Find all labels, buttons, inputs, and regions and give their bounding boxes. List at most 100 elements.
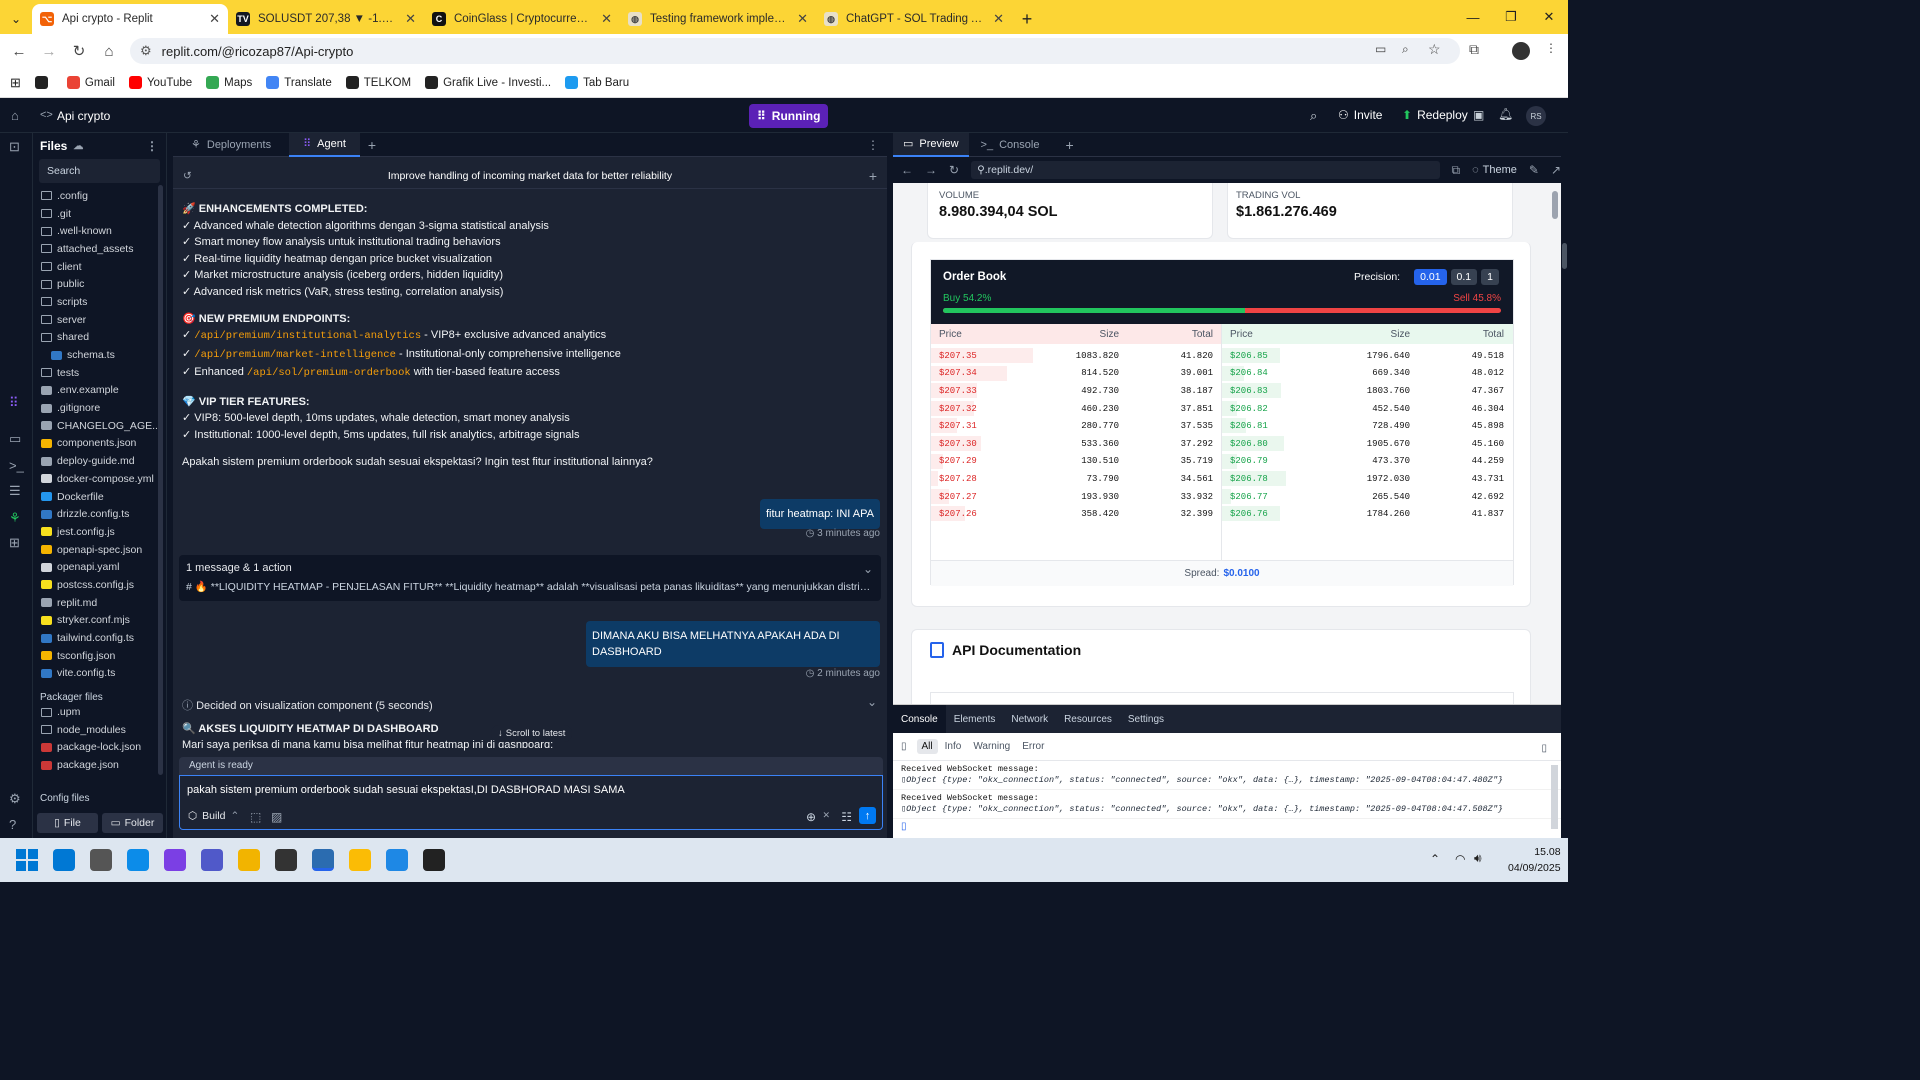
outer-scrollbar-thumb[interactable] [1562, 243, 1567, 269]
orderbook-row[interactable]: $207.30 533.360 37.292 [931, 435, 1221, 453]
back-icon[interactable]: ← [4, 43, 34, 60]
file-item[interactable]: package.json [33, 756, 166, 774]
deployment-status-icon[interactable]: ▣ [1473, 108, 1484, 122]
log-filter-0[interactable]: All [916, 739, 938, 754]
agent-menu-icon[interactable]: ⋮ [867, 138, 879, 152]
orderbook-row[interactable]: $207.32 460.230 37.851 [931, 400, 1221, 418]
extensions-icon[interactable]: ⧉ [1469, 41, 1479, 58]
open-devtools-icon[interactable]: ⧉ [1452, 163, 1461, 178]
tab-deployments[interactable]: ⚘ Deployments [177, 133, 285, 157]
taskbar-app-8[interactable] [348, 849, 371, 871]
orderbook-row[interactable]: $206.84 669.340 48.012 [1222, 365, 1513, 383]
agent-input-box[interactable]: pakah sistem premium orderbook sudah ses… [179, 775, 883, 830]
agent-input[interactable]: pakah sistem premium orderbook sudah ses… [187, 784, 625, 796]
file-item[interactable]: node_modules [33, 721, 166, 739]
build-mode-button[interactable]: ⬡ Build ⌃ [188, 810, 239, 822]
wifi-icon[interactable]: ◠ [1455, 852, 1465, 866]
tab-preview[interactable]: ▭ Preview [893, 132, 969, 157]
run-button[interactable]: ⠿ Running [749, 104, 829, 128]
search-icon[interactable]: ⌕ [1310, 108, 1317, 124]
devtools-tab-4[interactable]: Settings [1120, 705, 1172, 733]
log-filter-3[interactable]: Error [1017, 739, 1049, 754]
help-icon-alt[interactable]: ⚙ [9, 791, 21, 807]
file-item[interactable]: jest.config.js [33, 523, 166, 541]
file-item[interactable]: tailwind.config.ts [33, 629, 166, 647]
decision-row[interactable]: ⓘ Decided on visualization component (5 … [182, 697, 433, 713]
orderbook-row[interactable]: $206.79 473.370 44.259 [1222, 453, 1513, 471]
browser-tab-2[interactable]: C CoinGlass | Cryptocurrency Der ✕ [424, 4, 620, 34]
bookmark-4[interactable]: Translate [266, 76, 332, 89]
history-icon[interactable]: ↺ [183, 170, 192, 182]
tab-close-icon[interactable]: ✕ [993, 11, 1004, 27]
orderbook-row[interactable]: $207.27 193.930 33.932 [931, 488, 1221, 506]
orderbook-row[interactable]: $207.28 73.790 34.561 [931, 470, 1221, 488]
new-tab-icon[interactable]: + [1012, 4, 1042, 34]
file-item[interactable]: .gitignore [33, 399, 166, 417]
file-item[interactable]: postcss.config.js [33, 576, 166, 594]
file-item[interactable]: attached_assets [33, 240, 166, 258]
orderbook-row[interactable]: $207.35 1083.820 41.820 [931, 347, 1221, 365]
bookmark-7[interactable]: Tab Baru [565, 76, 629, 89]
taskbar-app-3[interactable] [163, 849, 186, 871]
taskbar-app-5[interactable] [237, 849, 260, 871]
add-tab-icon[interactable]: + [1065, 137, 1073, 153]
taskbar-app-10[interactable] [422, 849, 445, 871]
bookmark-5[interactable]: TELKOM [345, 76, 411, 89]
file-item[interactable]: deploy-guide.md [33, 452, 166, 470]
file-item[interactable]: client [33, 258, 166, 276]
deployments-icon[interactable]: ⚘ [9, 510, 21, 526]
notifications-icon[interactable]: 🔔︎ [1498, 107, 1513, 121]
orderbook-row[interactable]: $207.33 492.730 38.187 [931, 382, 1221, 400]
clear-console-icon[interactable]: ▯ [901, 741, 907, 752]
select-element-icon[interactable]: ⬚ [250, 810, 261, 824]
log-body[interactable]: ▯Object {type: "okx_connection", status:… [901, 804, 1553, 815]
file-search-input[interactable]: Search [39, 159, 160, 183]
file-item[interactable]: .env.example [33, 382, 166, 400]
taskbar-app-2[interactable] [126, 849, 149, 871]
taskbar-app-4[interactable] [200, 849, 223, 871]
send-button[interactable]: ↑ [859, 807, 876, 824]
file-item[interactable]: shared [33, 329, 166, 347]
file-item[interactable]: .upm [33, 703, 166, 721]
file-item[interactable]: schema.ts [33, 346, 166, 364]
clear-icon[interactable]: ✕ [822, 810, 830, 821]
project-name[interactable]: Api crypto [57, 109, 110, 123]
home-icon[interactable]: ⌂ [94, 43, 124, 60]
file-item[interactable]: stryker.conf.mjs [33, 612, 166, 630]
bookmark-6[interactable]: Grafik Live - Investi... [425, 76, 551, 89]
browser-tab-1[interactable]: TV SOLUSDT 207,38 ▼ -1.61% RC ✕ [228, 4, 424, 34]
orderbook-row[interactable]: $206.78 1972.030 43.731 [1222, 470, 1513, 488]
file-item[interactable]: .git [33, 205, 166, 223]
devtools-tab-2[interactable]: Network [1003, 705, 1056, 733]
preview-scrollbar[interactable] [1552, 191, 1558, 219]
browser-tab-0[interactable]: ⌥ Api crypto - Replit ✕ [32, 4, 228, 34]
tab-close-icon[interactable]: ✕ [405, 11, 416, 27]
file-item[interactable]: replit.md [33, 594, 166, 612]
bookmark-0[interactable] [34, 76, 53, 89]
clock[interactable]: 15.08 04/09/2025 [1508, 844, 1561, 876]
precision-option-2[interactable]: 1 [1481, 269, 1499, 285]
bookmark-star-icon[interactable]: ☆ [1428, 41, 1441, 58]
add-tab-icon[interactable]: + [368, 137, 376, 153]
profile-avatar[interactable] [1512, 42, 1530, 60]
taskbar-app-7[interactable] [311, 849, 334, 871]
new-chat-icon[interactable]: + [869, 168, 877, 184]
tab-close-icon[interactable]: ✕ [797, 11, 808, 27]
bookmark-2[interactable]: YouTube [128, 76, 192, 89]
tab-search-icon[interactable]: ⌄ [0, 4, 32, 34]
expand-chevron-icon[interactable]: ⌄ [863, 562, 873, 576]
home-icon[interactable]: ⌂ [11, 108, 19, 123]
external-link-icon[interactable]: ↗ [1551, 163, 1561, 177]
orderbook-row[interactable]: $206.77 265.540 42.692 [1222, 488, 1513, 506]
attach-image-icon[interactable]: ▨ [271, 810, 282, 824]
file-item[interactable]: vite.config.ts [33, 665, 166, 683]
orderbook-row[interactable]: $206.83 1803.760 47.367 [1222, 382, 1513, 400]
file-item[interactable]: .well-known [33, 222, 166, 240]
user-avatar[interactable]: RS [1526, 106, 1546, 126]
redeploy-button[interactable]: ⬆ Redeploy [1402, 108, 1468, 122]
precision-option-1[interactable]: 0.1 [1450, 269, 1478, 285]
files-scrollbar[interactable] [158, 185, 163, 775]
zoom-icon[interactable]: ⌕ [1402, 42, 1409, 57]
reload-icon[interactable]: ↻ [64, 42, 94, 60]
scroll-to-latest-button[interactable]: ↓ Scroll to latest [491, 725, 573, 742]
